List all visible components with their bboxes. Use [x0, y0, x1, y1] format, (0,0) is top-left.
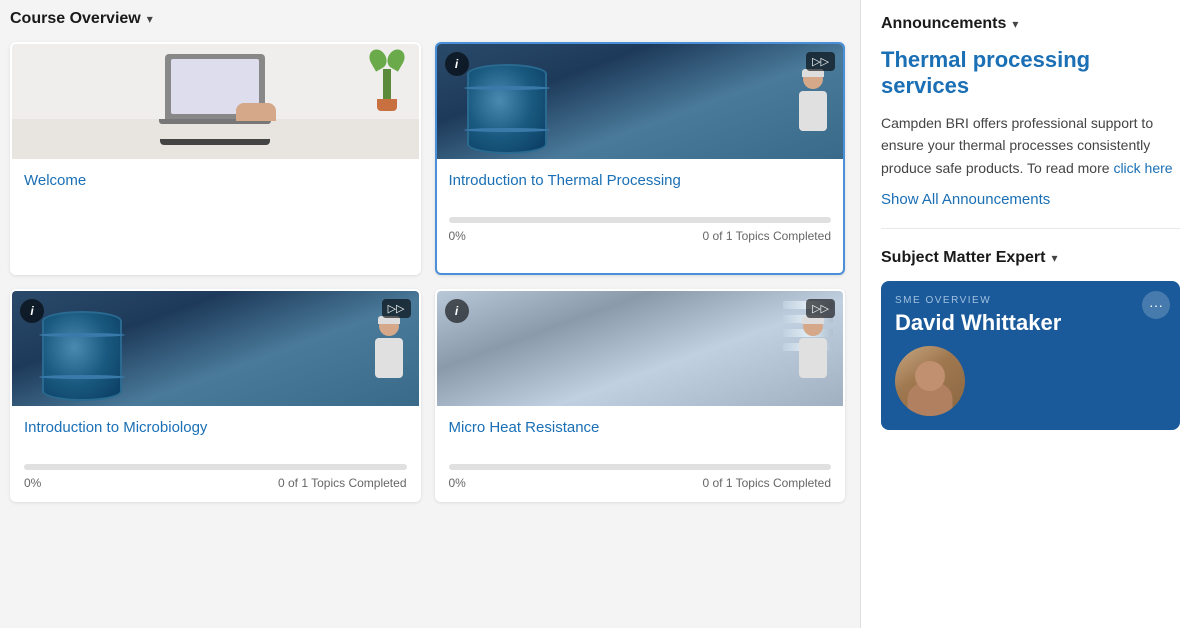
progress-text-micro-heat: 0% 0 of 1 Topics Completed — [449, 476, 832, 490]
no-progress-spacer — [24, 217, 407, 263]
progress-text-microbiology: 0% 0 of 1 Topics Completed — [24, 476, 407, 490]
progress-bar-microbiology — [24, 464, 407, 470]
worker-figure — [793, 69, 833, 159]
sme-card: ··· SME OVERVIEW David Whittaker — [881, 281, 1180, 430]
sme-header[interactable]: Subject Matter Expert ▾ — [881, 249, 1180, 267]
card-title-microbiology: Introduction to Microbiology — [24, 418, 407, 454]
topics-label-microbiology: 0 of 1 Topics Completed — [278, 476, 407, 490]
show-all-announcements-link[interactable]: Show All Announcements — [881, 191, 1180, 208]
course-overview-title: Course Overview — [10, 10, 141, 28]
play-icon-micro-heat[interactable]: ▷▷ — [806, 299, 835, 318]
right-panel: Announcements ▾ Thermal processing servi… — [860, 0, 1200, 628]
course-card-welcome[interactable]: Welcome — [10, 42, 421, 275]
sme-avatar — [895, 346, 965, 416]
card-body-micro-heat: Micro Heat Resistance 0% 0 of 1 Topics C… — [437, 406, 844, 500]
sme-title: Subject Matter Expert — [881, 249, 1045, 267]
announcements-chevron: ▾ — [1012, 17, 1018, 31]
laptop-hands — [236, 103, 276, 121]
announcements-header[interactable]: Announcements ▾ — [881, 15, 1180, 33]
barrel-industrial — [467, 64, 547, 154]
progress-pct-micro-heat: 0% — [449, 476, 466, 490]
plant-leaf-right — [384, 46, 408, 71]
worker-body-micro — [375, 338, 403, 378]
card-title-micro-heat: Micro Heat Resistance — [449, 418, 832, 454]
topics-label-thermal: 0 of 1 Topics Completed — [702, 229, 831, 243]
info-icon-micro-heat[interactable]: i — [445, 299, 469, 323]
progress-text-thermal: 0% 0 of 1 Topics Completed — [449, 229, 832, 243]
card-title-welcome: Welcome — [24, 171, 407, 207]
card-image-welcome — [12, 44, 419, 159]
main-area: Course Overview ▾ — [0, 0, 860, 628]
play-icon-microbiology[interactable]: ▷▷ — [382, 299, 411, 318]
topics-label-micro-heat: 0 of 1 Topics Completed — [702, 476, 831, 490]
worker-figure-heat — [793, 316, 833, 406]
progress-bar-thermal — [449, 217, 832, 223]
announcements-title: Announcements — [881, 15, 1006, 33]
plant-pot — [377, 99, 397, 111]
course-card-microbiology[interactable]: i ▷▷ Introduction to Microbiology 0% 0 o… — [10, 289, 421, 502]
progress-pct-microbiology: 0% — [24, 476, 41, 490]
sme-overview-label: SME OVERVIEW — [895, 295, 1166, 306]
info-icon-microbiology[interactable]: i — [20, 299, 44, 323]
desk-surface — [12, 119, 419, 159]
card-image-thermal: i ▷▷ — [437, 44, 844, 159]
sme-name: David Whittaker — [895, 310, 1166, 336]
card-image-microbiology: i ▷▷ — [12, 291, 419, 406]
card-body-microbiology: Introduction to Microbiology 0% 0 of 1 T… — [12, 406, 419, 500]
announcement-title: Thermal processing services — [881, 47, 1180, 100]
course-grid: Welcome i ▷▷ Introduction to Thermal Pro… — [10, 42, 845, 502]
course-card-micro-heat[interactable]: i ▷▷ Micro Heat Resistance 0% 0 of 1 Top… — [435, 289, 846, 502]
barrel-microbiology — [42, 311, 122, 401]
worker-figure-micro — [369, 316, 409, 406]
info-icon-thermal[interactable]: i — [445, 52, 469, 76]
worker-body-heat — [799, 338, 827, 378]
card-image-micro-heat: i ▷▷ — [437, 291, 844, 406]
announcements-section: Announcements ▾ Thermal processing servi… — [881, 15, 1180, 229]
play-icon-thermal[interactable]: ▷▷ — [806, 52, 835, 71]
plant-leaf-left — [366, 46, 390, 71]
course-overview-header[interactable]: Course Overview ▾ — [10, 10, 845, 28]
card-body-welcome: Welcome — [12, 159, 419, 273]
card-body-thermal: Introduction to Thermal Processing 0% 0 … — [437, 159, 844, 253]
laptop-scene — [12, 44, 419, 159]
sme-section: Subject Matter Expert ▾ ··· SME OVERVIEW… — [881, 249, 1180, 430]
card-title-thermal: Introduction to Thermal Processing — [449, 171, 832, 207]
course-card-thermal[interactable]: i ▷▷ Introduction to Thermal Processing … — [435, 42, 846, 275]
sme-chevron: ▾ — [1051, 251, 1057, 265]
announcement-link[interactable]: click here — [1113, 160, 1172, 176]
announcement-body: Campden BRI offers professional support … — [881, 112, 1180, 179]
plant-decoration — [370, 49, 404, 111]
sme-menu-button[interactable]: ··· — [1142, 291, 1170, 319]
progress-bar-micro-heat — [449, 464, 832, 470]
plant-stem — [383, 69, 391, 99]
progress-pct-thermal: 0% — [449, 229, 466, 243]
worker-body — [799, 91, 827, 131]
course-overview-chevron: ▾ — [147, 12, 153, 26]
